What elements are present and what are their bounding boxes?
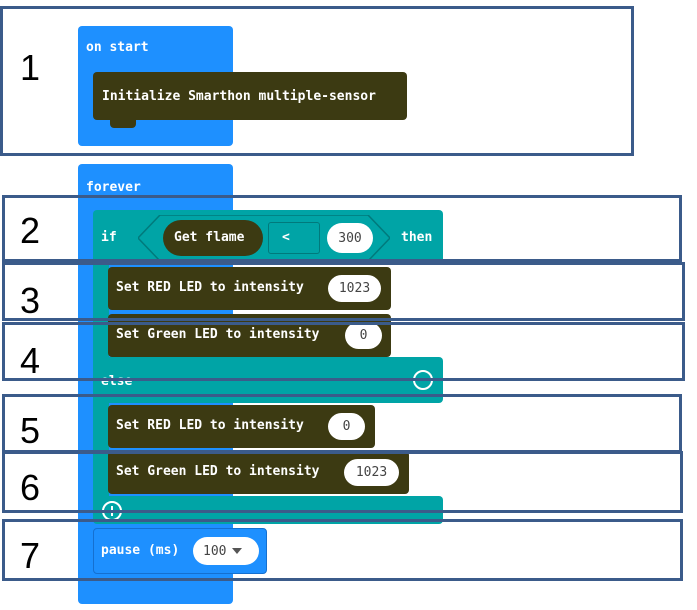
- annotation-number: 5: [20, 410, 41, 451]
- annotation-number: 6: [20, 467, 41, 508]
- annotation-number: 7: [20, 535, 41, 576]
- makecode-canvas: { "on_start": { "label": "on start", "in…: [0, 0, 697, 610]
- forever-label: forever: [86, 180, 141, 195]
- annotation-number: 3: [20, 280, 41, 321]
- annotation-frame-7: [2, 519, 683, 581]
- annotation-number: 2: [20, 210, 41, 251]
- annotation-frame-2: [2, 195, 682, 262]
- annotation-frame-1: [0, 6, 634, 156]
- annotation-frame-5: [2, 394, 682, 453]
- annotation-number: 4: [20, 340, 41, 381]
- annotation-frame-4: [2, 322, 685, 381]
- annotation-frame-6: [2, 451, 683, 513]
- annotation-number: 1: [20, 47, 41, 88]
- annotation-frame-3: [2, 262, 685, 321]
